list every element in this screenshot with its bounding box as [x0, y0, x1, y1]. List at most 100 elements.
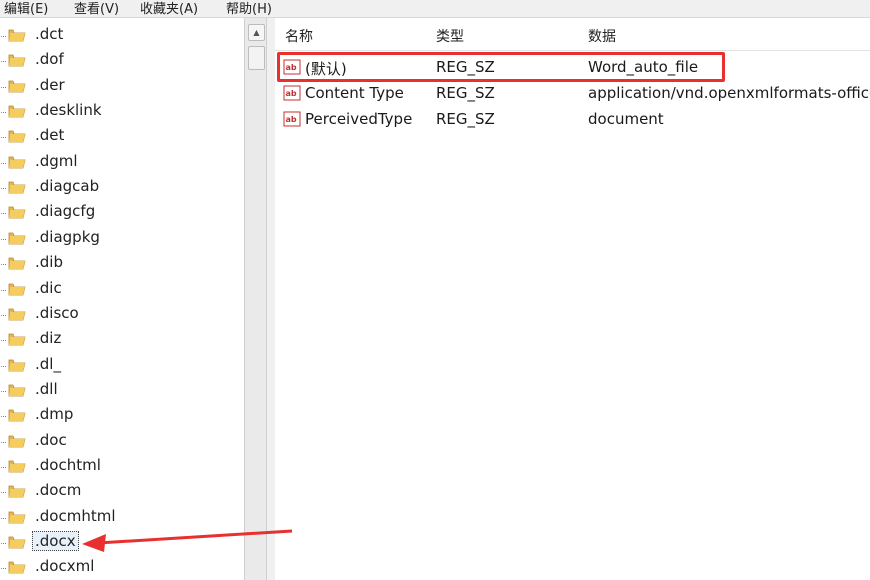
- tree-item[interactable]: .diz: [0, 328, 240, 352]
- scroll-thumb[interactable]: [248, 46, 265, 70]
- tree-item[interactable]: .dic: [0, 278, 240, 302]
- folder-icon: [8, 483, 26, 499]
- folder-icon: [8, 559, 26, 575]
- tree-item-label: .docm: [35, 481, 82, 500]
- tree-item[interactable]: .doc: [0, 430, 240, 454]
- tree-item[interactable]: .dof: [0, 49, 240, 73]
- tree-connector: [0, 466, 6, 468]
- menu-edit[interactable]: 编辑(E): [4, 0, 48, 17]
- value-data: document: [588, 110, 664, 128]
- tree-connector: [0, 61, 6, 63]
- folder-icon: [8, 281, 26, 297]
- column-header-type[interactable]: 类型: [436, 26, 464, 46]
- tree-connector: [0, 188, 6, 190]
- folder-icon: [8, 27, 26, 43]
- tree-item[interactable]: .dib: [0, 252, 240, 276]
- tree-item-label: .dl_: [35, 354, 61, 373]
- folder-icon: [8, 433, 26, 449]
- reg-string-icon: ab: [283, 111, 301, 127]
- tree-connector: [0, 390, 6, 392]
- tree-item-label: .diagcab: [35, 177, 100, 196]
- tree-item-label: .doc: [35, 430, 67, 449]
- folder-icon: [8, 331, 26, 347]
- tree-item-label: .dib: [35, 253, 63, 272]
- tree-item-label: .dct: [35, 25, 64, 43]
- tree-connector: [0, 112, 6, 114]
- tree-item-label: .dgml: [35, 151, 78, 170]
- tree-item[interactable]: .dochtml: [0, 455, 240, 479]
- tree-item-label: .diagpkg: [35, 227, 100, 246]
- tree-item-label: .desklink: [35, 101, 102, 120]
- tree-item[interactable]: .det: [0, 125, 240, 149]
- tree-item[interactable]: .dgml: [0, 151, 240, 175]
- tree-item-label: .det: [35, 126, 65, 145]
- tree-item[interactable]: .der: [0, 75, 240, 99]
- folder-icon: [8, 103, 26, 119]
- annotation-arrow: [82, 529, 293, 552]
- column-header-data[interactable]: 数据: [588, 26, 616, 46]
- tree-item[interactable]: .docm: [0, 480, 240, 504]
- svg-text:ab: ab: [286, 89, 297, 98]
- tree-item-label: .dochtml: [35, 455, 101, 474]
- tree-item-label: .dof: [35, 50, 64, 69]
- folder-icon: [8, 357, 26, 373]
- key-tree-pane: .dct .dof .der .desklink .det .dgml .diagcab .d…: [0, 18, 244, 580]
- tree-scrollbar[interactable]: ▲: [244, 18, 267, 580]
- tree-connector: [0, 543, 6, 544]
- tree-connector: [0, 162, 6, 164]
- tree-item[interactable]: .docxml: [0, 556, 240, 580]
- folder-icon: [8, 154, 26, 170]
- tree-item[interactable]: .diagcfg: [0, 201, 240, 225]
- tree-connector: [0, 314, 6, 316]
- tree-item-label: .dmp: [35, 405, 74, 424]
- tree-item-label: .disco: [35, 303, 79, 322]
- tree-item-label: .diz: [35, 329, 62, 348]
- folder-icon: [8, 458, 26, 474]
- folder-icon: [8, 78, 26, 94]
- tree-item-label: .dic: [35, 278, 62, 297]
- menu-favorites[interactable]: 收藏夹(A): [140, 0, 198, 17]
- tree-item-label: .diagcfg: [35, 202, 96, 221]
- value-name: Content Type: [305, 84, 404, 102]
- value-name: PerceivedType: [305, 110, 413, 128]
- folder-icon: [8, 534, 26, 550]
- tree-item[interactable]: .disco: [0, 303, 240, 327]
- tree-item-label: .docmhtml: [35, 506, 116, 525]
- tree-item-label: .docx: [32, 531, 79, 551]
- scroll-up-icon[interactable]: ▲: [248, 24, 265, 41]
- tree-item[interactable]: .dct: [0, 24, 240, 48]
- tree-connector: [0, 340, 6, 342]
- tree-connector: [0, 137, 6, 139]
- tree-connector: [0, 86, 6, 88]
- value-type: REG_SZ: [436, 110, 495, 128]
- folder-icon: [8, 407, 26, 423]
- folder-icon: [8, 52, 26, 68]
- value-row[interactable]: ab PerceivedType REG_SZ document: [275, 108, 870, 132]
- tree-item[interactable]: .docmhtml: [0, 506, 240, 530]
- tree-item[interactable]: .dmp: [0, 404, 240, 428]
- tree-connector: [0, 517, 6, 519]
- tree-connector: [0, 289, 6, 291]
- tree-item[interactable]: .dll: [0, 379, 240, 403]
- highlight-box: [277, 52, 725, 82]
- tree-item[interactable]: .diagpkg: [0, 227, 240, 251]
- tree-item[interactable]: .desklink: [0, 100, 240, 124]
- tree-item[interactable]: .dl_: [0, 354, 240, 378]
- tree-connector: [0, 492, 6, 494]
- tree-connector: [0, 568, 6, 570]
- tree-connector: [0, 441, 6, 443]
- column-header-name[interactable]: 名称: [285, 26, 313, 46]
- folder-icon: [8, 306, 26, 322]
- menu-view[interactable]: 查看(V): [74, 0, 119, 17]
- svg-text:ab: ab: [286, 115, 297, 124]
- tree-item-label: .docxml: [35, 557, 95, 576]
- value-row[interactable]: ab Content Type REG_SZ application/vnd.open…: [275, 82, 870, 106]
- reg-string-icon: ab: [283, 85, 301, 101]
- tree-item-label: .der: [35, 75, 65, 94]
- tree-connector: [0, 213, 6, 215]
- tree-connector: [0, 36, 6, 37]
- menu-help[interactable]: 帮助(H): [226, 0, 272, 17]
- folder-icon: [8, 204, 26, 220]
- tree-item[interactable]: .diagcab: [0, 176, 240, 200]
- folder-icon: [8, 509, 26, 525]
